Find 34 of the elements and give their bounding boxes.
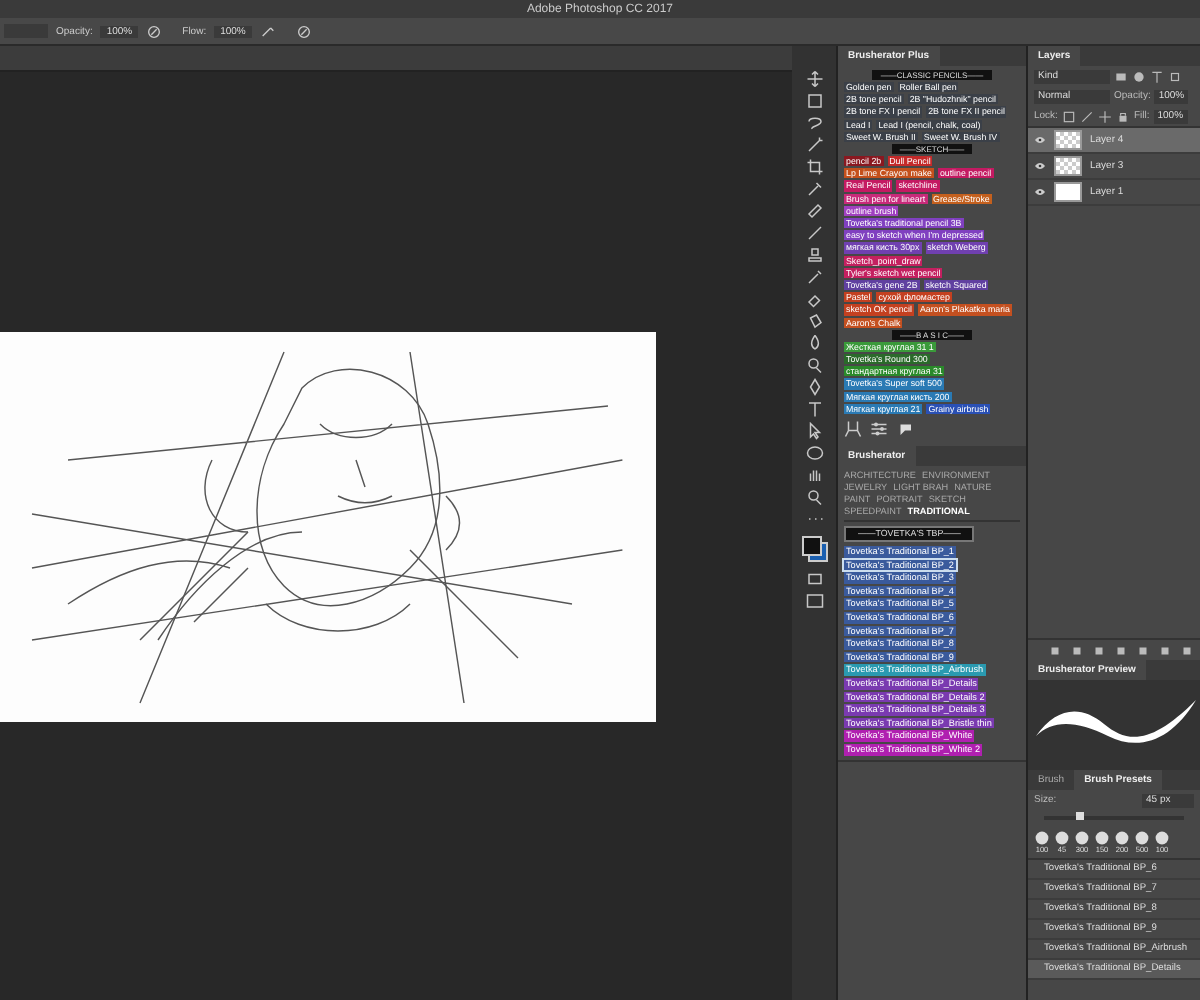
eraser-icon[interactable]	[805, 290, 823, 308]
sliders-icon[interactable]	[870, 420, 888, 439]
eyedropper-icon[interactable]	[805, 180, 823, 198]
brush-lock-icon[interactable]	[1079, 109, 1094, 123]
image-filter-icon[interactable]	[1114, 69, 1128, 83]
checker-lock-icon[interactable]	[1061, 109, 1076, 123]
move-lock-icon[interactable]	[1097, 109, 1112, 123]
type-filter-icon[interactable]	[1150, 69, 1164, 83]
airbrush-icon[interactable]	[259, 23, 276, 39]
type-icon[interactable]	[805, 400, 823, 418]
lasso-icon[interactable]	[805, 114, 823, 132]
screen-mode-icon[interactable]	[805, 592, 823, 610]
eye-icon[interactable]	[1034, 188, 1046, 196]
wand-icon[interactable]	[805, 136, 823, 154]
brush-icon[interactable]	[805, 224, 823, 242]
blur-icon[interactable]	[805, 334, 823, 352]
arrow-icon[interactable]	[805, 422, 823, 440]
brushes-icon[interactable]	[844, 420, 862, 439]
marquee-icon[interactable]	[805, 92, 823, 110]
quick-mask-icon[interactable]	[805, 570, 823, 588]
zoom-icon[interactable]	[805, 488, 823, 506]
shape-filter-icon[interactable]	[1168, 69, 1182, 83]
padlock-icon[interactable]	[1115, 109, 1130, 123]
stamp-icon[interactable]	[805, 246, 823, 264]
size-slider-thumb[interactable]	[1075, 812, 1083, 820]
crop-icon[interactable]	[805, 158, 823, 176]
history-brush-icon[interactable]	[805, 268, 823, 286]
adjustment-filter-icon[interactable]	[1132, 69, 1146, 83]
eye-icon[interactable]	[1034, 136, 1046, 144]
bandage-icon[interactable]	[805, 202, 823, 220]
move-icon[interactable]	[805, 70, 823, 88]
eye-icon[interactable]	[1034, 162, 1046, 170]
pen-icon[interactable]	[805, 378, 823, 396]
color-swatches[interactable]	[801, 536, 827, 562]
